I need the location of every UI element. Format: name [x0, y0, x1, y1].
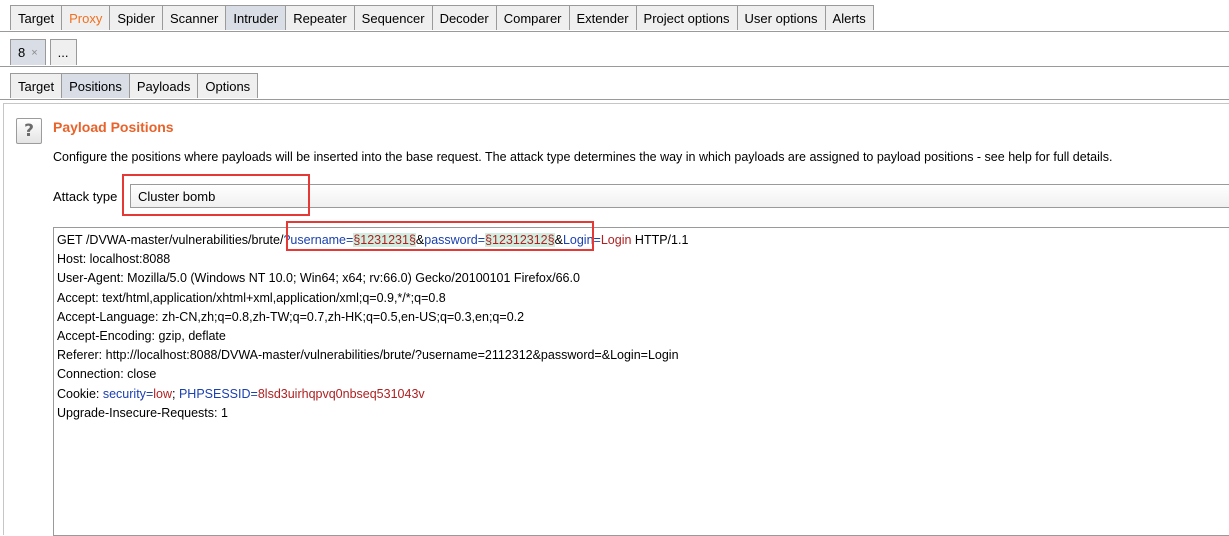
- param-username-name: username: [290, 233, 347, 247]
- session-tab-bar: 8 × ...: [0, 33, 1229, 67]
- ampersand: &: [554, 233, 563, 247]
- attack-type-select[interactable]: Cluster bomb: [130, 184, 1229, 208]
- tab-scanner[interactable]: Scanner: [161, 5, 227, 30]
- intruder-sub-tab-bar: Target Positions Payloads Options: [0, 68, 1229, 100]
- header-accept-language: Accept-Language: zh-CN,zh;q=0.8,zh-TW;q=…: [57, 309, 525, 324]
- cookie-security-name: security: [102, 386, 146, 401]
- new-session-tab-button[interactable]: ...: [49, 39, 77, 65]
- param-login-name: Login: [562, 233, 594, 247]
- cookie-security-value: low: [153, 386, 173, 401]
- request-method-path: GET /DVWA-master/vulnerabilities/brute/: [57, 233, 284, 247]
- payload-marker-username[interactable]: §1231231§: [353, 233, 416, 247]
- attack-type-value: Cluster bomb: [138, 188, 216, 204]
- tab-decoder[interactable]: Decoder: [431, 5, 497, 30]
- help-icon[interactable]: ?: [16, 118, 42, 144]
- tab-proxy[interactable]: Proxy: [61, 5, 111, 30]
- request-line: GET /DVWA-master/vulnerabilities/brute/?…: [57, 231, 1229, 250]
- ampersand: &: [415, 233, 425, 247]
- cookie-phpsessid-value: 8lsd3uirhqpvq0nbseq531043v: [257, 386, 425, 401]
- header-upgrade-insecure: Upgrade-Insecure-Requests: 1: [57, 405, 228, 420]
- tab-user-options[interactable]: User options: [736, 5, 826, 30]
- header-accept-encoding: Accept-Encoding: gzip, deflate: [57, 328, 226, 343]
- equals: =: [593, 233, 601, 247]
- tab-spider[interactable]: Spider: [109, 5, 163, 30]
- tab-comparer[interactable]: Comparer: [495, 5, 570, 30]
- equals: =: [477, 233, 486, 247]
- tab-repeater[interactable]: Repeater: [285, 5, 355, 30]
- subtab-positions[interactable]: Positions: [61, 73, 130, 98]
- session-tab-8[interactable]: 8 ×: [10, 39, 46, 65]
- cookie-phpsessid-name: PHPSESSID: [178, 386, 251, 401]
- param-password-name: password: [424, 233, 478, 247]
- header-cookie: Cookie: security=low; PHPSESSID=8lsd3uir…: [57, 385, 1229, 404]
- subtab-target[interactable]: Target: [10, 73, 63, 98]
- session-tab-label: 8: [18, 45, 26, 60]
- cookie-separator: ;: [172, 386, 179, 401]
- payload-positions-panel: ? Payload Positions Configure the positi…: [3, 103, 1229, 536]
- subtab-payloads[interactable]: Payloads: [128, 73, 199, 98]
- header-connection: Connection: close: [57, 367, 157, 382]
- tab-project-options[interactable]: Project options: [635, 5, 738, 30]
- panel-title: Payload Positions: [53, 119, 174, 135]
- http-version: HTTP/1.1: [631, 233, 689, 247]
- tab-intruder[interactable]: Intruder: [225, 5, 287, 30]
- header-referer: Referer: http://localhost:8088/DVWA-mast…: [57, 348, 679, 363]
- payload-marker-password[interactable]: §12312312§: [485, 233, 555, 247]
- tab-alerts[interactable]: Alerts: [824, 5, 874, 30]
- tab-extender[interactable]: Extender: [568, 5, 637, 30]
- header-host: Host: localhost:8088: [57, 252, 171, 267]
- tab-target[interactable]: Target: [10, 5, 63, 30]
- tab-sequencer[interactable]: Sequencer: [353, 5, 433, 30]
- header-user-agent: User-Agent: Mozilla/5.0 (Windows NT 10.0…: [57, 271, 580, 286]
- cookie-prefix: Cookie:: [57, 386, 103, 401]
- header-accept: Accept: text/html,application/xhtml+xml,…: [57, 290, 446, 305]
- subtab-options[interactable]: Options: [197, 73, 259, 98]
- panel-description: Configure the positions where payloads w…: [53, 150, 1113, 164]
- attack-type-label: Attack type: [53, 189, 118, 204]
- request-editor[interactable]: GET /DVWA-master/vulnerabilities/brute/?…: [53, 227, 1229, 536]
- close-icon[interactable]: ×: [31, 47, 37, 59]
- param-login-value: Login: [600, 233, 632, 247]
- equals: =: [250, 386, 258, 401]
- main-tab-bar: Target Proxy Spider Scanner Intruder Rep…: [0, 0, 1229, 32]
